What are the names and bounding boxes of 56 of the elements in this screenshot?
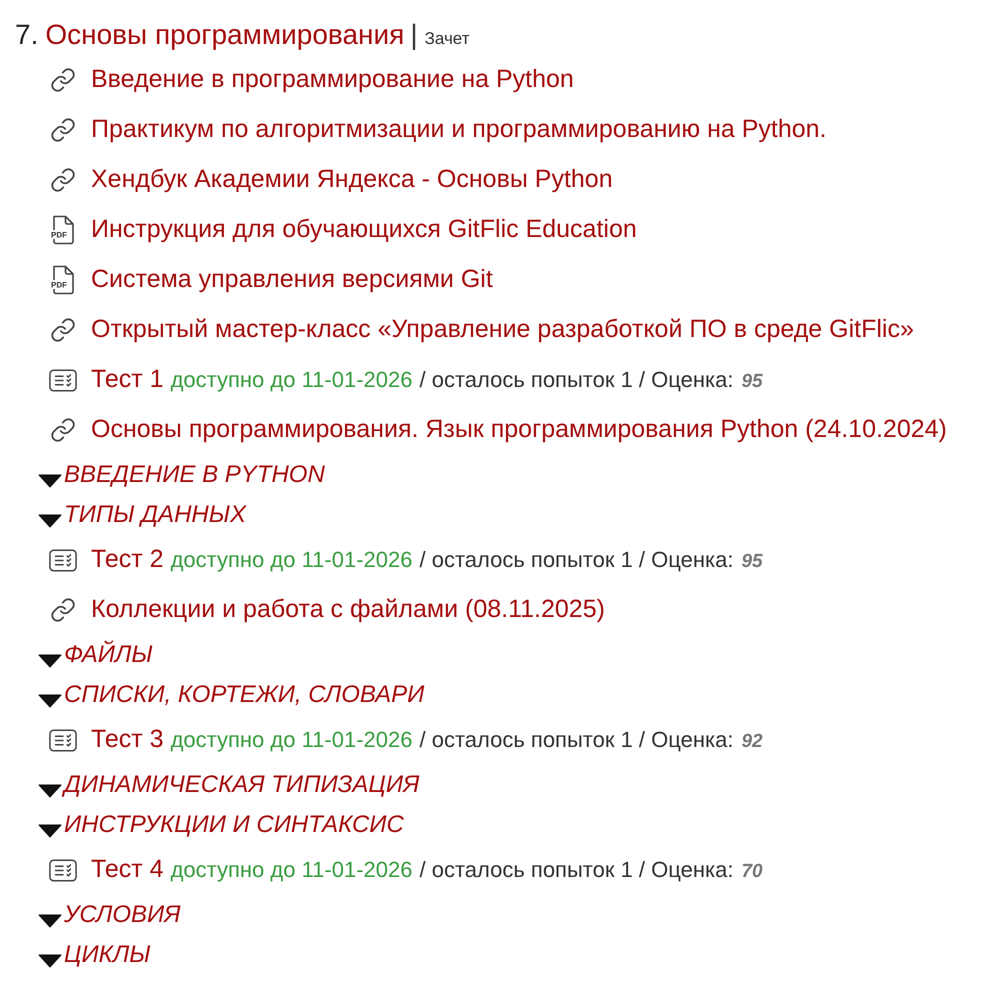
test-link[interactable]: Тест 3 bbox=[91, 721, 164, 759]
score-value: 92 bbox=[741, 730, 763, 754]
section-title[interactable]: ВВЕДЕНИЕ В PYTHON bbox=[64, 457, 325, 493]
disclosure-triangle-icon[interactable] bbox=[38, 474, 62, 488]
disclosure-triangle-icon[interactable] bbox=[38, 954, 62, 968]
disclosure-triangle-icon[interactable] bbox=[38, 514, 62, 528]
availability-text: доступно до 11-01-2026 bbox=[170, 546, 412, 574]
section-title[interactable]: ДИНАМИЧЕСКАЯ ТИПИЗАЦИЯ bbox=[64, 767, 420, 803]
checklist-icon bbox=[49, 728, 77, 752]
score-value: 95 bbox=[741, 370, 763, 394]
resource-link[interactable]: Практикум по алгоритмизации и программированию на Python. bbox=[91, 111, 826, 149]
attempts-text: / осталось попыток 1 / Оценка: bbox=[419, 366, 734, 394]
disclosure-triangle-icon[interactable] bbox=[38, 784, 62, 798]
checklist-icon bbox=[49, 548, 77, 572]
attempts-text: / осталось попыток 1 / Оценка: bbox=[419, 856, 734, 884]
checklist-icon bbox=[49, 368, 77, 392]
pdf-file-icon: PDF bbox=[50, 265, 76, 295]
course-title-link[interactable]: Основы программирования bbox=[45, 15, 404, 55]
chain-link-icon bbox=[50, 317, 76, 343]
test-link[interactable]: Тест 4 bbox=[91, 851, 164, 889]
chain-link-icon bbox=[50, 417, 76, 443]
score-value: 70 bbox=[741, 860, 763, 884]
test-link[interactable]: Тест 2 bbox=[91, 541, 164, 579]
section-number: 7. bbox=[15, 18, 38, 52]
section-title[interactable]: ИНСТРУКЦИИ И СИНТАКСИС bbox=[64, 807, 404, 843]
section-title[interactable]: ФАЙЛЫ bbox=[64, 637, 153, 673]
document-link[interactable]: Система управления версиями Git bbox=[91, 261, 493, 299]
disclosure-triangle-icon[interactable] bbox=[38, 824, 62, 838]
resource-link[interactable]: Коллекции и работа с файлами (08.11.2025) bbox=[91, 591, 605, 629]
chain-link-icon bbox=[50, 67, 76, 93]
resource-link[interactable]: Хендбук Академии Яндекса - Основы Python bbox=[91, 161, 613, 199]
attempts-text: / осталось попыток 1 / Оценка: bbox=[419, 726, 734, 754]
disclosure-triangle-icon[interactable] bbox=[38, 654, 62, 668]
availability-text: доступно до 11-01-2026 bbox=[170, 366, 412, 394]
checklist-icon bbox=[49, 858, 77, 882]
section-title[interactable]: УСЛОВИЯ bbox=[64, 897, 181, 933]
title-divider-text: | bbox=[410, 18, 418, 52]
section-title[interactable]: СПИСКИ, КОРТЕЖИ, СЛОВАРИ bbox=[64, 677, 424, 713]
assessment-label: Зачет bbox=[424, 28, 470, 50]
chain-link-icon bbox=[50, 597, 76, 623]
resource-link[interactable]: Основы программирования. Язык программирования Python (24.10.2024) bbox=[91, 411, 947, 449]
test-link[interactable]: Тест 1 bbox=[91, 361, 164, 399]
disclosure-triangle-icon[interactable] bbox=[38, 914, 62, 928]
score-value: 95 bbox=[741, 550, 763, 574]
document-link[interactable]: Инструкция для обучающихся GitFlic Education bbox=[91, 211, 637, 249]
resource-link[interactable]: Открытый мастер-класс «Управление разработкой ПО в среде GitFlic» bbox=[91, 311, 914, 349]
availability-text: доступно до 11-01-2026 bbox=[170, 856, 412, 884]
disclosure-triangle-icon[interactable] bbox=[38, 694, 62, 708]
chain-link-icon bbox=[50, 167, 76, 193]
pdf-file-icon: PDF bbox=[50, 215, 76, 245]
chain-link-icon bbox=[50, 117, 76, 143]
section-title[interactable]: ТИПЫ ДАННЫХ bbox=[64, 497, 246, 533]
attempts-text: / осталось попыток 1 / Оценка: bbox=[419, 546, 734, 574]
availability-text: доступно до 11-01-2026 bbox=[170, 726, 412, 754]
section-title[interactable]: ЦИКЛЫ bbox=[64, 937, 150, 973]
resource-link[interactable]: Введение в программирование на Python bbox=[91, 61, 574, 99]
